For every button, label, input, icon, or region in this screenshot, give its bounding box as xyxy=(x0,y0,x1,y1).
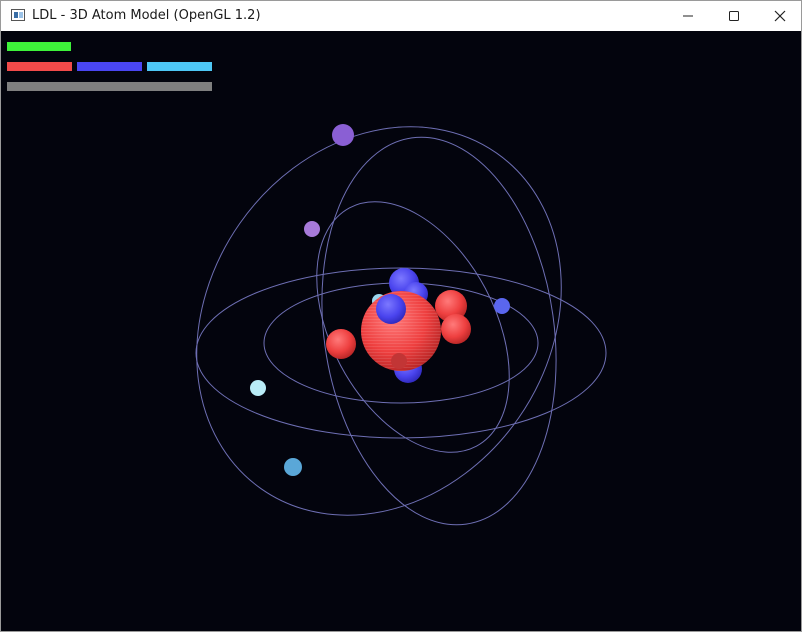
proton xyxy=(441,314,471,344)
app-window: LDL - 3D Atom Model (OpenGL 1.2) xyxy=(0,0,802,632)
title-bar[interactable]: LDL - 3D Atom Model (OpenGL 1.2) xyxy=(1,1,801,31)
minimize-button[interactable] xyxy=(665,1,711,31)
app-icon xyxy=(11,9,25,21)
maximize-button[interactable] xyxy=(711,1,757,31)
electron xyxy=(304,221,320,237)
electron xyxy=(494,298,510,314)
atom-model xyxy=(195,124,607,526)
electron xyxy=(332,124,354,146)
minimize-icon xyxy=(683,15,693,17)
electron xyxy=(250,380,266,396)
close-icon xyxy=(774,10,786,22)
maximize-icon xyxy=(729,11,739,21)
proton xyxy=(391,353,407,369)
gl-viewport[interactable] xyxy=(1,31,801,631)
window-title: LDL - 3D Atom Model (OpenGL 1.2) xyxy=(32,8,261,23)
neutron xyxy=(376,294,406,324)
nucleus xyxy=(326,268,471,383)
proton xyxy=(326,329,356,359)
close-button[interactable] xyxy=(757,1,802,31)
electron xyxy=(284,458,302,476)
